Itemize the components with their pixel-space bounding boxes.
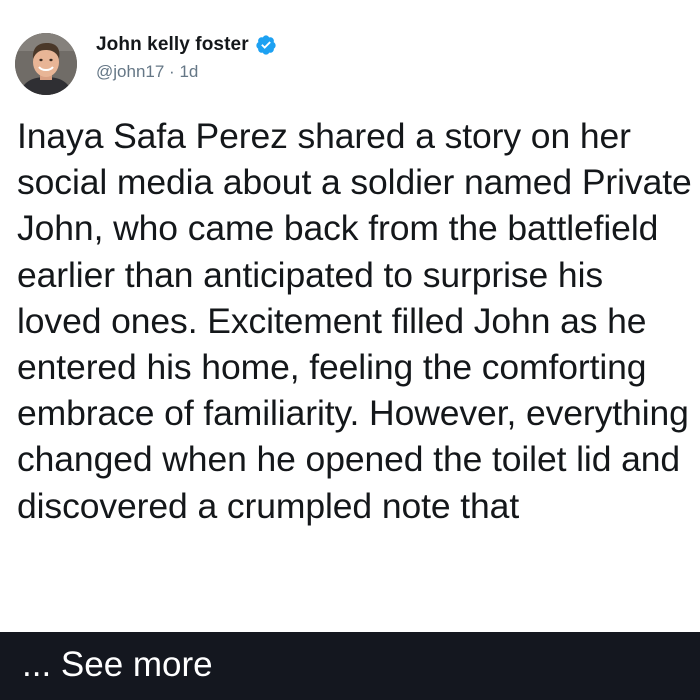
author-name[interactable]: John kelly foster (96, 34, 249, 56)
author-row: John kelly foster (96, 34, 277, 56)
tweet-card: John kelly foster @john17 · 1d Inaya Saf… (0, 0, 700, 632)
verified-badge-icon (255, 34, 277, 56)
see-more-label: ... See more (22, 645, 213, 684)
tweet-timestamp[interactable]: 1d (179, 62, 198, 81)
see-more-button[interactable]: ... See more (0, 632, 700, 700)
tweet-text: Inaya Safa Perez shared a story on her s… (17, 116, 692, 526)
avatar[interactable] (15, 33, 77, 95)
tweet-meta: @john17 · 1d (96, 62, 198, 82)
author-handle[interactable]: @john17 (96, 62, 164, 81)
avatar-photo (15, 33, 77, 95)
meta-separator: · (169, 62, 175, 81)
